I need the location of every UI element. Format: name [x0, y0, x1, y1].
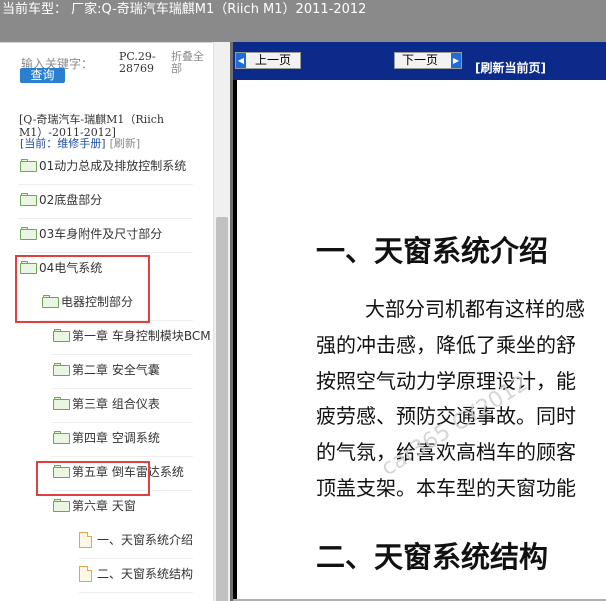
tree-node-label: 03车身附件及尺寸部分 — [39, 227, 163, 241]
tree-node-chapter-3[interactable]: 第三章 组合仪表 — [51, 394, 213, 414]
folder-icon — [53, 431, 71, 444]
tree-node-label: 第六章 天窗 — [72, 499, 136, 513]
tree-node-label: 第二章 安全气囊 — [72, 363, 160, 377]
arrow-right-icon: ▶ — [451, 53, 461, 68]
sidebar-scrollbar[interactable] — [213, 42, 230, 601]
tree-row-divider — [18, 252, 193, 253]
prev-page-label: 上一页 — [255, 53, 292, 67]
folder-open-icon — [53, 499, 71, 512]
tree-node-label: 二、天窗系统结构 — [97, 567, 194, 581]
viewer-toolbar: ◀ 上一页 下一页 ▶ [刷新当前页] — [233, 42, 606, 80]
document-code: PC.29-28769 — [119, 50, 156, 75]
tree-node-chapter-1[interactable]: 第一章 车身控制模块BCM — [51, 326, 213, 346]
title-bar: 当前车型： 厂家:Q-奇瑞汽车瑞麒M1（Riich M1）2011-2012 — [0, 0, 606, 42]
tree-row-divider — [79, 558, 193, 559]
next-page-button[interactable]: 下一页 ▶ — [394, 52, 462, 69]
folder-icon — [20, 159, 38, 172]
tree-node-body-accessories[interactable]: 03车身附件及尺寸部分 — [18, 224, 213, 244]
highlight-electrical — [15, 255, 150, 323]
next-page-label: 下一页 — [402, 53, 439, 67]
tree-row-divider — [51, 354, 193, 355]
tree-node-chapter-4[interactable]: 第四章 空调系统 — [51, 428, 213, 448]
model-info: [Q-奇瑞汽车-瑞麒M1（Riich M1）-2011-2012] — [19, 113, 164, 139]
current-manual-label: [当前：维修手册] — [20, 137, 106, 150]
document-icon — [79, 566, 92, 582]
prev-page-button[interactable]: ◀ 上一页 — [235, 52, 301, 69]
tree-row-divider — [51, 422, 193, 423]
arrow-left-icon: ◀ — [236, 53, 246, 68]
manual-page: 一、天窗系统介绍 大部分司机都有这样的感 强的冲击感，降低了乘坐的舒 按照空气动… — [237, 80, 606, 601]
paragraph-line: 按照空气动力学原理设计，能 — [316, 369, 576, 393]
paragraph-line: 大部分司机都有这样的感 — [365, 297, 585, 321]
sidebar: 输入关键字： 查询 PC.29-28769 折叠全部 [Q-奇瑞汽车-瑞麒M1（… — [0, 42, 230, 601]
tree-node-label: 01动力总成及排放控制系统 — [39, 159, 187, 173]
app-window: 当前车型： 厂家:Q-奇瑞汽车瑞麒M1（Riich M1）2011-2012 输… — [0, 0, 606, 601]
folder-icon — [20, 227, 38, 240]
tree-node-chapter-2[interactable]: 第二章 安全气囊 — [51, 360, 213, 380]
highlight-chapter-6 — [36, 461, 150, 496]
refresh-tree-button[interactable]: [刷新] — [110, 137, 141, 150]
tree-row-divider — [18, 184, 193, 185]
folder-icon — [20, 193, 38, 206]
tree-node-sunroof-structure[interactable]: 二、天窗系统结构 — [79, 564, 213, 584]
tree-node-chassis[interactable]: 02底盘部分 — [18, 190, 213, 210]
folder-icon — [53, 363, 71, 376]
tree-row-divider — [51, 456, 193, 457]
tree-node-sunroof-intro[interactable]: 一、天窗系统介绍 — [79, 530, 213, 550]
section-heading: 一、天窗系统介绍 — [316, 234, 549, 268]
document-viewer: ◀ 上一页 下一页 ▶ [刷新当前页] 一、天窗系统介绍 大部分司机都有这样的感… — [233, 42, 606, 601]
tree-node-label: 02底盘部分 — [39, 193, 103, 207]
tree-node-label: 一、天窗系统介绍 — [97, 533, 194, 547]
folder-icon — [53, 329, 71, 342]
tree-node-powertrain[interactable]: 01动力总成及排放控制系统 — [18, 156, 213, 176]
tree-node-label: 第三章 组合仪表 — [72, 397, 160, 411]
current-manual: [当前：维修手册] [刷新] — [20, 137, 140, 150]
collapse-all-button[interactable]: 折叠全部 — [171, 51, 211, 75]
scrollbar-thumb[interactable] — [216, 217, 228, 601]
paragraph-line: 强的冲击感，降低了乘坐的舒 — [316, 333, 576, 357]
document-icon — [79, 532, 92, 548]
paragraph-line: 顶盖支架。本车型的天窗功能 — [316, 476, 576, 500]
sidebar-divider — [0, 42, 230, 43]
folder-icon — [53, 397, 71, 410]
tree-node-label: 第一章 车身控制模块BCM — [72, 329, 211, 343]
window-title: 当前车型： 厂家:Q-奇瑞汽车瑞麒M1（Riich M1）2011-2012 — [2, 2, 367, 17]
refresh-page-button[interactable]: [刷新当前页] — [475, 59, 546, 76]
tree-node-chapter-6[interactable]: 第六章 天窗 — [51, 496, 213, 516]
tree-row-divider — [51, 388, 193, 389]
tree-row-divider — [79, 592, 193, 593]
tree-row-divider — [18, 218, 193, 219]
section-heading: 二、天窗系统结构 — [316, 540, 549, 574]
search-button[interactable]: 查询 — [20, 68, 65, 83]
tree-node-label: 第四章 空调系统 — [72, 431, 160, 445]
